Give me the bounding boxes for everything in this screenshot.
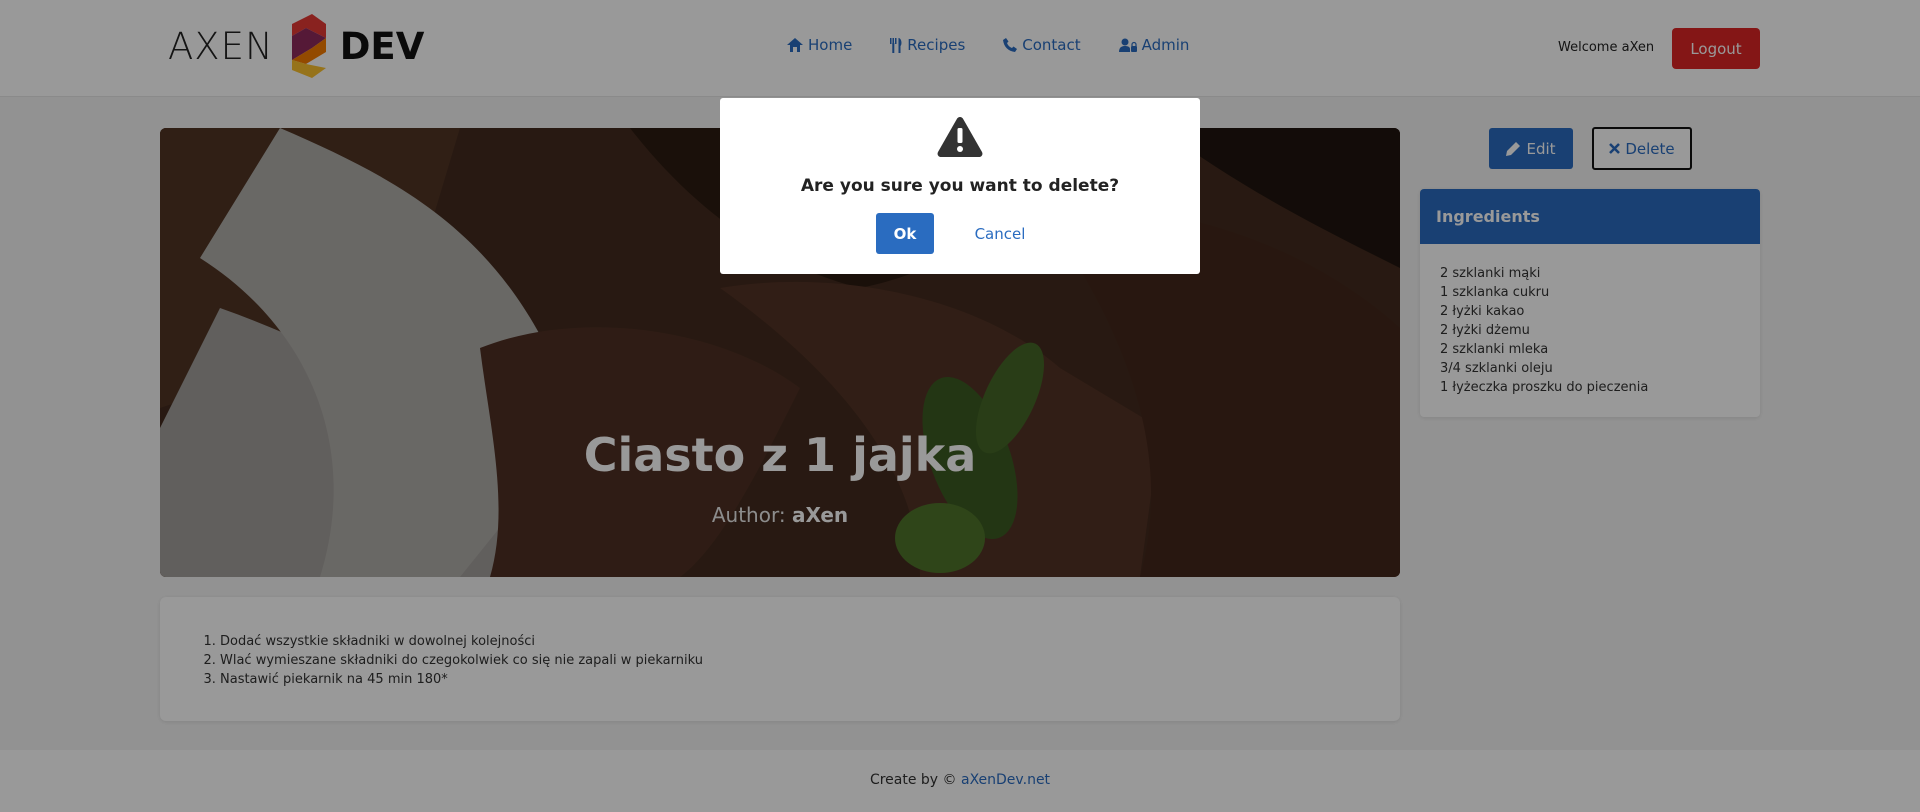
warning-icon bbox=[937, 117, 983, 157]
dialog-message: Are you sure you want to delete? bbox=[800, 176, 1120, 196]
cancel-button[interactable]: Cancel bbox=[970, 213, 1030, 254]
delete-confirm-dialog: Are you sure you want to delete? Ok Canc… bbox=[720, 98, 1200, 274]
ok-button[interactable]: Ok bbox=[876, 213, 934, 254]
